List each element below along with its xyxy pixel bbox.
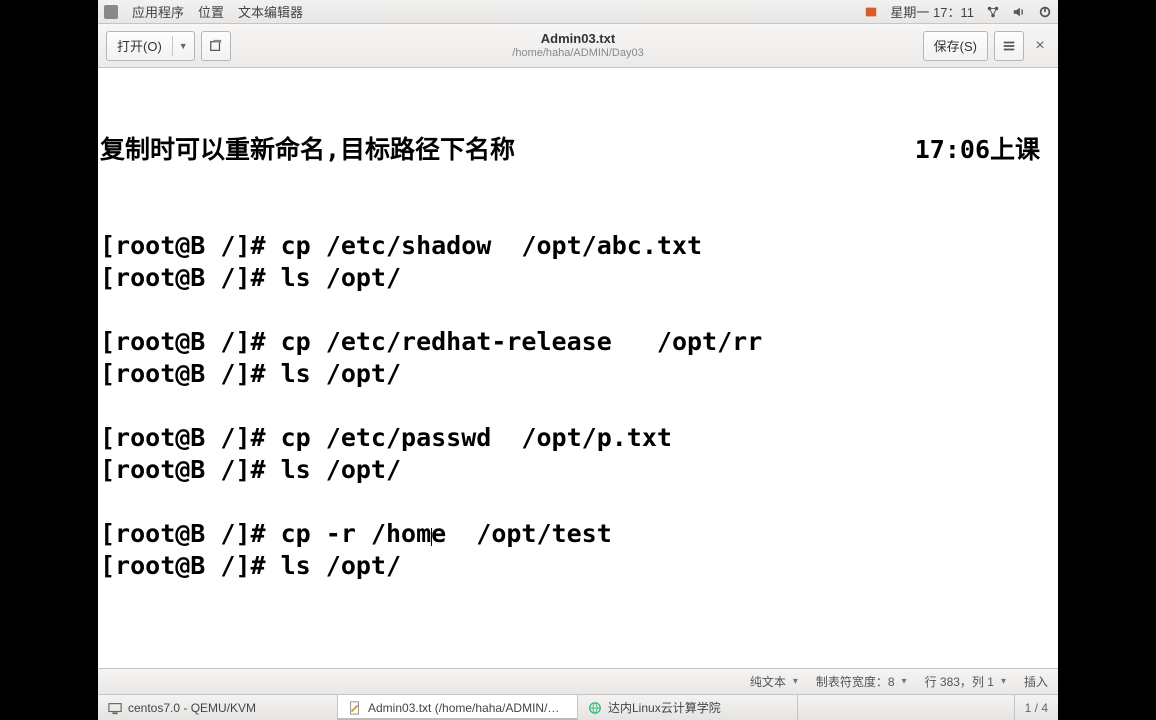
taskbar-item-browser[interactable]: 达内Linux云计算学院 [578, 695, 798, 720]
notification-icon[interactable] [864, 5, 878, 19]
status-bar: 纯文本 制表符宽度：8 行 383，列 1 插入 [98, 668, 1058, 694]
editor-toolbar: 打开(O) ▼ Admin03.txt /home/haha/ADMIN/Day… [98, 24, 1058, 68]
menu-applications[interactable]: 应用程序 [132, 2, 184, 21]
taskbar-item-vm[interactable]: centos7.0 - QEMU/KVM [98, 695, 338, 720]
globe-icon [588, 701, 602, 715]
status-position[interactable]: 行 383，列 1 [925, 673, 1006, 690]
document-icon [348, 701, 362, 715]
open-button[interactable]: 打开(O) ▼ [106, 31, 195, 61]
file-name: Admin03.txt [512, 32, 643, 47]
editor-content[interactable]: 复制时可以重新命名,目标路径下名称 17:06上课 [root@B /]# cp… [98, 68, 1058, 668]
system-menu-bar: 应用程序 位置 文本编辑器 星期一 17：11 [98, 0, 1058, 24]
text-cursor [431, 528, 432, 546]
status-filetype[interactable]: 纯文本 [750, 673, 798, 690]
menu-places[interactable]: 位置 [198, 2, 224, 21]
taskbar-item-label: 达内Linux云计算学院 [608, 699, 721, 716]
headline-left: 复制时可以重新命名,目标路径下名称 [100, 134, 515, 166]
title-block: Admin03.txt /home/haha/ADMIN/Day03 [512, 32, 643, 60]
status-tabwidth[interactable]: 制表符宽度：8 [816, 673, 907, 690]
volume-icon[interactable] [1012, 5, 1026, 19]
clock[interactable]: 星期一 17：11 [890, 2, 974, 21]
open-label: 打开(O) [117, 36, 162, 55]
workspace-indicator[interactable]: 1 / 4 [1014, 695, 1058, 720]
taskbar-item-editor[interactable]: Admin03.txt (/home/haha/ADMIN/… [338, 695, 578, 720]
taskbar-item-label: centos7.0 - QEMU/KVM [128, 701, 256, 715]
text-lines: [root@B /]# cp /etc/shadow /opt/abc.txt[… [100, 230, 1058, 582]
status-mode: 插入 [1024, 673, 1048, 690]
apps-icon [104, 5, 118, 19]
hamburger-menu-button[interactable] [994, 31, 1024, 61]
network-icon[interactable] [986, 5, 1000, 19]
chevron-down-icon: ▼ [179, 41, 188, 51]
close-button[interactable]: × [1030, 37, 1050, 55]
headline-right: 17:06上课 [915, 134, 1058, 166]
vm-icon [108, 701, 122, 715]
menu-text-editor[interactable]: 文本编辑器 [238, 2, 303, 21]
taskbar-item-label: Admin03.txt (/home/haha/ADMIN/… [368, 701, 559, 715]
taskbar: centos7.0 - QEMU/KVM Admin03.txt (/home/… [98, 694, 1058, 720]
save-button[interactable]: 保存(S) [923, 31, 988, 61]
new-tab-button[interactable] [201, 31, 231, 61]
power-icon[interactable] [1038, 5, 1052, 19]
file-path: /home/haha/ADMIN/Day03 [512, 47, 643, 60]
